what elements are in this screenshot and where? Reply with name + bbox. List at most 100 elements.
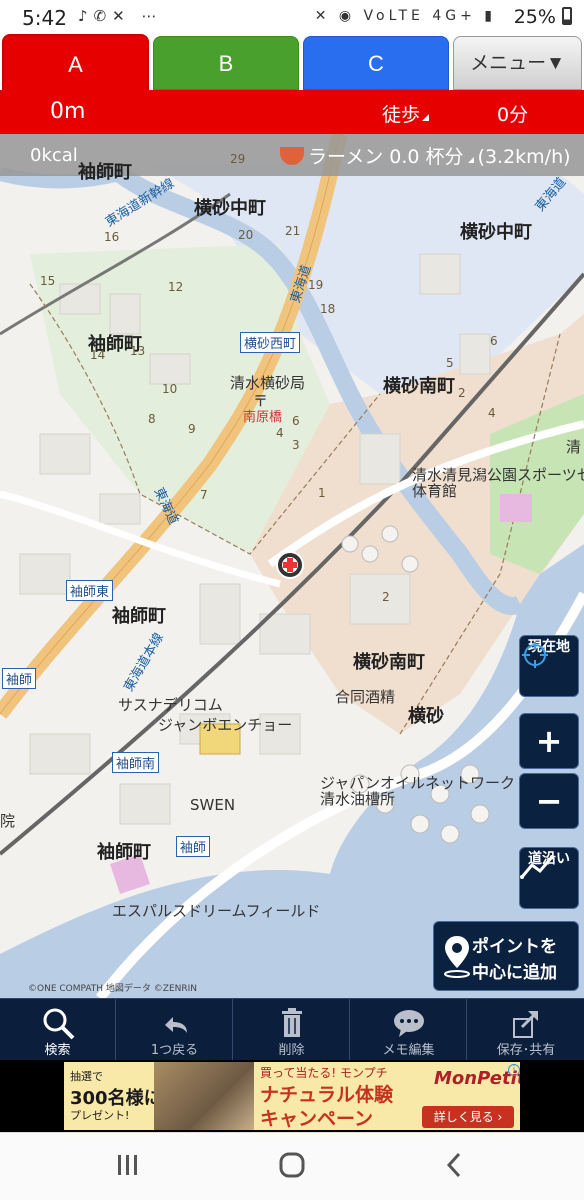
block-number: 19 (308, 278, 324, 292)
poi-label[interactable]: エスパルスドリームフィールド (112, 900, 320, 921)
ad-info-icon[interactable]: i (508, 1064, 520, 1076)
poi-label[interactable]: 南原橋 (243, 406, 282, 425)
ad-more-button[interactable]: 詳しく見る › (422, 1106, 514, 1128)
block-number: 13 (130, 344, 146, 358)
block-number: 3 (292, 438, 300, 452)
tab-c[interactable]: C (303, 36, 449, 90)
ad-brand-logo: MonPetit (434, 1068, 520, 1089)
ad-present-text: プレゼント! (70, 1109, 130, 1122)
block-number: 2 (382, 590, 390, 604)
area-label: 袖師町 (112, 606, 166, 627)
along-road-button[interactable]: 道沿い (519, 847, 579, 909)
poi-label: 清 (566, 438, 582, 456)
add-point-label-1: ポイントを (472, 937, 557, 957)
block-number: 5 (446, 356, 454, 370)
recent-apps-icon[interactable] (116, 1151, 140, 1179)
ad-headline: 買って当たる! モンプチ (260, 1066, 388, 1080)
ramen-dropdown-icon[interactable] (467, 157, 474, 163)
block-number: 10 (162, 382, 178, 396)
trash-icon (282, 1008, 302, 1037)
battery-label: 25% (514, 6, 572, 28)
duration-label: 0分 (497, 104, 529, 126)
bus-stop-label[interactable]: 袖師 (2, 668, 37, 689)
save-share-button[interactable]: 保存･共有 (468, 999, 584, 1061)
current-location-button[interactable]: 現在地 (519, 635, 579, 697)
gym-building (500, 494, 532, 522)
block-number: 16 (104, 230, 120, 244)
map-view[interactable]: 0kcal ラーメン 0.0 杯分 (3.2km/h) 袖師町 横砂中町 横砂中町… (0, 134, 584, 998)
add-point-label-2: 中心に追加 (472, 963, 557, 983)
network-label: 4G+ (432, 8, 476, 24)
battery-percent: 25% (513, 6, 556, 28)
back-nav-icon[interactable] (444, 1151, 464, 1179)
ad-cat-image (154, 1062, 254, 1130)
area-label: 横砂中町 (194, 198, 266, 219)
bus-stop-label[interactable]: 袖師東 (66, 580, 114, 601)
memo-edit-label: メモ編集 (382, 1043, 435, 1058)
map-canvas[interactable] (0, 134, 584, 998)
app-screen: 5:42 ♪✆✕ ⋯ ✕ ◉ VoLTE 4G+ ▮ 25% A B C メニュ… (0, 0, 584, 1200)
zoom-out-button[interactable]: − (519, 773, 579, 829)
memo-edit-button[interactable]: メモ編集 (351, 999, 467, 1061)
area-label: 横砂南町 (383, 376, 455, 397)
area-label: 袖師町 (97, 842, 151, 863)
tab-a[interactable]: A (2, 34, 149, 90)
ramen-bowl-icon (280, 147, 304, 165)
status-bar: 5:42 ♪✆✕ ⋯ ✕ ◉ VoLTE 4G+ ▮ 25% (0, 0, 584, 34)
notification-icons: ♪✆✕ ⋯ (78, 7, 163, 25)
travel-mode-select[interactable]: 徒歩 (382, 100, 420, 127)
area-label: 横砂中町 (460, 222, 532, 243)
block-number: 9 (188, 422, 196, 436)
route-info-bar: 0m 徒歩 0分 (0, 90, 584, 134)
delete-button[interactable]: 削除 (234, 999, 350, 1061)
save-share-label: 保存･共有 (496, 1043, 556, 1058)
tab-b[interactable]: B (153, 36, 299, 90)
search-icon (43, 1008, 75, 1040)
search-button[interactable]: 検索 (0, 999, 116, 1061)
dropdown-triangle-icon (422, 114, 429, 121)
block-number: 4 (276, 426, 284, 440)
poi-label[interactable]: 体育館 (412, 480, 457, 501)
crosshair-icon (522, 642, 548, 668)
delete-label: 削除 (278, 1043, 305, 1058)
share-icon (513, 1011, 538, 1038)
menu-button[interactable]: メニュー▼ (453, 36, 582, 90)
poi-label[interactable]: 合同酒精 (335, 686, 395, 707)
block-number: 1 (318, 486, 326, 500)
bus-stop-label[interactable]: 袖師 (176, 836, 211, 857)
signal-icon: ▮ (484, 8, 496, 24)
poi-label[interactable]: SWEN (190, 796, 235, 814)
current-location-marker[interactable] (276, 551, 304, 579)
block-number: 8 (148, 412, 156, 426)
poi-label[interactable]: サスナデリコム (118, 694, 223, 715)
zoom-in-button[interactable]: + (519, 713, 579, 769)
block-number: 14 (90, 348, 106, 362)
minus-icon: − (535, 782, 563, 820)
ramen-count-label: ラーメン 0.0 杯分 (308, 146, 464, 168)
home-icon[interactable] (278, 1151, 306, 1179)
ad-line-2: ナチュラル体験 (260, 1084, 394, 1106)
bus-stop-label[interactable]: 袖師南 (112, 752, 160, 773)
ad-line-3: キャンペーン (260, 1108, 374, 1130)
status-time: 5:42 (22, 6, 67, 30)
battery-icon (562, 7, 572, 25)
ad-container: 抽選で 300名様に プレゼント! 買って当たる! モンプチ ナチュラル体験 キ… (0, 1060, 584, 1132)
area-label: 袖師町 (78, 162, 132, 183)
volte-badge: VoLTE (363, 8, 424, 24)
block-number: 21 (285, 224, 301, 238)
poi-label: 院 (0, 812, 16, 830)
route-line-icon (520, 855, 554, 879)
block-number: 6 (490, 334, 498, 348)
ramen-equivalent: ラーメン 0.0 杯分 (3.2km/h) (280, 142, 571, 169)
route-tabs: A B C メニュー▼ (0, 34, 584, 90)
ad-banner[interactable]: 抽選で 300名様に プレゼント! 買って当たる! モンプチ ナチュラル体験 キ… (64, 1062, 520, 1130)
poi-label[interactable]: 清水油槽所 (320, 788, 395, 809)
block-number: 2 (458, 386, 466, 400)
ad-lottery-text: 抽選で (70, 1070, 103, 1083)
undo-button[interactable]: 1つ戻る (117, 999, 233, 1061)
poi-label[interactable]: ジャンボエンチョー (158, 714, 292, 735)
block-number: 6 (292, 414, 300, 428)
add-point-center-button[interactable]: ポイントを 中心に追加 (433, 921, 579, 991)
mute-icon: ✕ (314, 8, 331, 24)
bus-stop-label[interactable]: 横砂西町 (240, 332, 301, 353)
